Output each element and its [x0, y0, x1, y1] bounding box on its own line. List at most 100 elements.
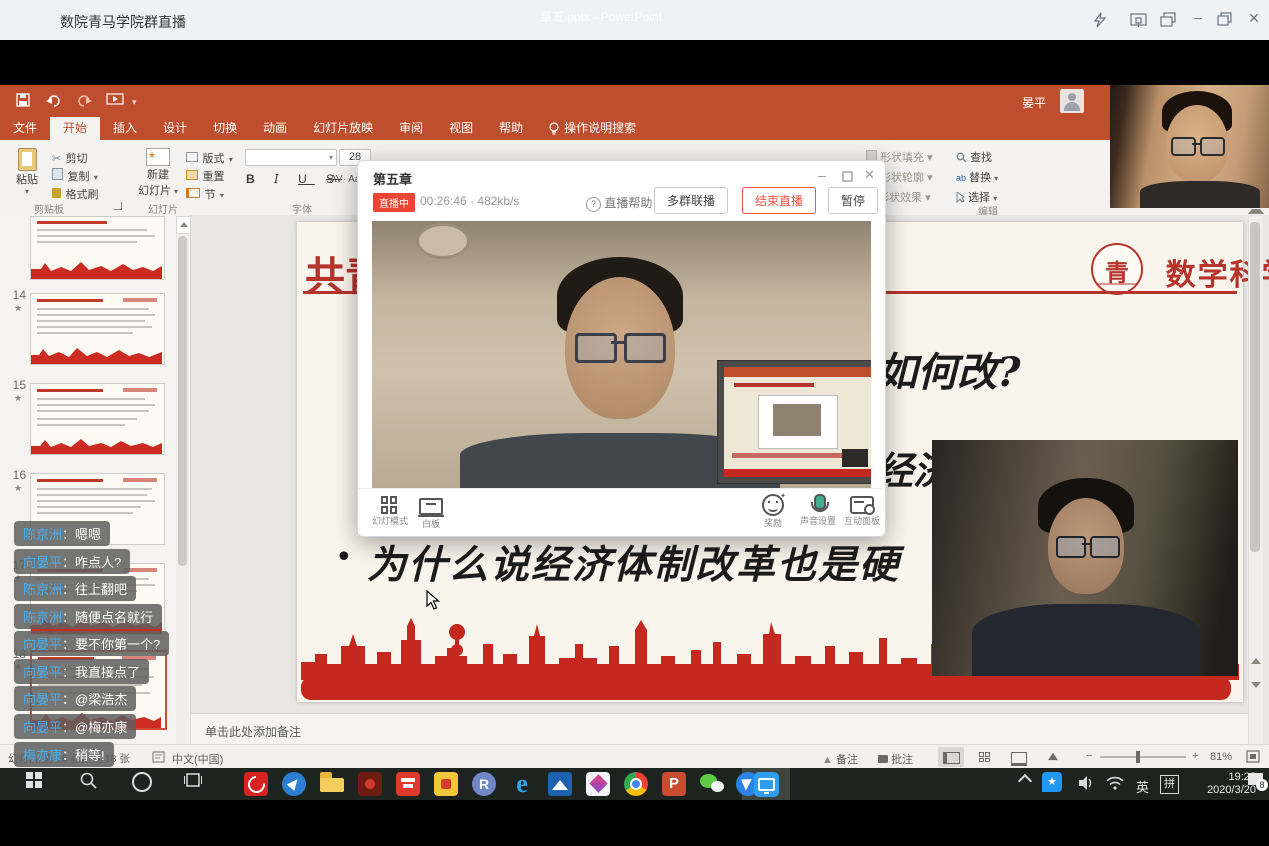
tab-tell-me[interactable]: 操作说明搜索 — [536, 117, 649, 140]
pin-window-icon[interactable] — [1130, 12, 1148, 28]
save-icon[interactable] — [16, 93, 30, 107]
chat-message: 向晏平：@梅亦康 — [14, 714, 136, 739]
notes-pane[interactable]: 单击此处添加备注 — [191, 713, 1248, 745]
task-view-icon[interactable] — [184, 772, 202, 788]
paste-button[interactable]: 粘贴 ▾ — [10, 148, 44, 196]
multi-group-broadcast-button[interactable]: 多群联播 — [654, 187, 728, 214]
powerpoint-icon[interactable]: P — [662, 772, 686, 796]
lightning-icon[interactable] — [1092, 12, 1108, 28]
zoom-out-button[interactable]: − — [1086, 750, 1092, 762]
ceiling-lamp — [416, 223, 470, 259]
previous-slide-button[interactable] — [1251, 658, 1261, 664]
sound-settings-button[interactable]: 声音设置 — [798, 494, 838, 527]
spellcheck-icon[interactable] — [152, 751, 165, 763]
yellow-app-icon[interactable] — [434, 772, 458, 796]
slide-sorter-view-button[interactable] — [972, 747, 998, 767]
tab-help[interactable]: 帮助 — [486, 117, 536, 140]
replace-button[interactable]: ab 替换 ▾ — [956, 169, 998, 185]
chrome-icon[interactable] — [624, 772, 648, 796]
maximize-icon[interactable] — [842, 171, 853, 182]
restore-icon[interactable] — [1217, 12, 1233, 27]
wifi-icon[interactable] — [1106, 776, 1124, 790]
tab-slideshow[interactable]: 幻灯片放映 — [300, 117, 386, 140]
netease-music-icon[interactable] — [244, 772, 268, 796]
reward-button[interactable]: ✦ 奖励 — [756, 494, 790, 529]
tab-file[interactable]: 文件 — [0, 117, 50, 140]
zoom-percentage[interactable]: 81% — [1210, 751, 1232, 763]
reset-button[interactable]: 重置 — [186, 167, 224, 185]
chat-colon: ： — [62, 555, 75, 570]
search-icon[interactable] — [80, 772, 98, 790]
zoom-slider-track[interactable] — [1100, 756, 1186, 758]
tab-home[interactable]: 开始 — [50, 117, 100, 140]
whiteboard-button[interactable]: 白板 — [416, 496, 446, 530]
tab-insert[interactable]: 插入 — [100, 117, 150, 140]
comments-toggle[interactable]: 批注 — [878, 751, 913, 767]
slideshow-view-button[interactable] — [1040, 747, 1066, 767]
notes-toggle[interactable]: ▲ 备注 — [822, 751, 858, 767]
section-button[interactable]: 节 ▾ — [186, 185, 224, 203]
gallery-app-icon[interactable] — [586, 772, 610, 796]
zoom-slider-thumb[interactable] — [1136, 751, 1140, 763]
cortana-icon[interactable] — [132, 772, 152, 792]
cut-button[interactable]: ✂ 剪切 — [52, 149, 88, 167]
clipboard-dialog-launcher[interactable] — [114, 202, 122, 210]
file-explorer-icon[interactable] — [320, 772, 344, 792]
minimize-icon[interactable]: – — [818, 167, 826, 183]
tab-review[interactable]: 审阅 — [386, 117, 436, 140]
volume-icon[interactable] — [1078, 774, 1096, 792]
language-status[interactable]: 中文(中国) — [172, 751, 223, 767]
live-class-app-icon[interactable] — [754, 772, 779, 797]
fit-to-window-icon[interactable] — [1246, 750, 1260, 763]
undo-icon[interactable] — [46, 93, 62, 107]
user-avatar[interactable] — [1060, 89, 1084, 113]
tab-animations[interactable]: 动画 — [250, 117, 300, 140]
tab-design[interactable]: 设计 — [150, 117, 200, 140]
zoom-in-button[interactable]: + — [1192, 750, 1198, 762]
interaction-panel-button[interactable]: 互动面板 — [844, 494, 880, 527]
red-app-icon[interactable] — [396, 772, 420, 796]
normal-view-button[interactable] — [938, 747, 964, 767]
action-center-icon[interactable]: 8 — [1248, 773, 1263, 785]
reading-view-button[interactable] — [1006, 747, 1032, 767]
live-stream-window[interactable]: 第五章 – ✕ 直播中 00:26:46 · 482kb/s ? 直播帮助 多群… — [357, 160, 886, 537]
screen-share-preview[interactable] — [717, 360, 871, 484]
tray-messenger-icon[interactable]: ★ — [1042, 772, 1062, 792]
next-slide-button[interactable] — [1251, 682, 1261, 688]
thumbnail-scroll-up-button[interactable] — [176, 216, 191, 234]
ime-mode-indicator[interactable]: 拼 — [1160, 775, 1179, 794]
find-button[interactable]: 查找 — [956, 149, 992, 165]
minimize-icon[interactable]: – — [1190, 10, 1206, 24]
clock[interactable]: 19:28 2020/3/20 — [1192, 771, 1256, 797]
live-help-link[interactable]: ? 直播帮助 — [586, 194, 652, 212]
start-button[interactable] — [26, 772, 42, 788]
close-icon[interactable]: ✕ — [864, 167, 875, 183]
copy-button[interactable]: 复制 ▾ — [52, 167, 98, 185]
new-slide-button[interactable]: ★ 新建 幻灯片 ▾ — [136, 148, 180, 198]
pause-button[interactable]: 暂停 — [828, 187, 878, 214]
tab-view[interactable]: 视图 — [436, 117, 486, 140]
windows-copy-icon[interactable] — [1160, 12, 1177, 28]
slide-thumbnail[interactable] — [30, 383, 165, 455]
edge-icon[interactable]: e — [510, 772, 534, 796]
slide-thumbnail[interactable] — [30, 293, 165, 365]
thumbnail-scroll-thumb[interactable] — [178, 236, 187, 566]
layout-button[interactable]: 版式 ▾ — [186, 149, 233, 167]
end-live-button[interactable]: 结束直播 — [742, 187, 816, 214]
redo-icon[interactable] — [76, 93, 92, 107]
qat-customize-icon[interactable]: ▾ — [132, 97, 137, 108]
font-name-combobox[interactable]: ▾ — [245, 149, 337, 166]
slide-scroll-thumb[interactable] — [1250, 222, 1260, 552]
start-slideshow-icon[interactable] — [106, 93, 124, 107]
font-style-buttons[interactable]: B I U S — [246, 172, 342, 186]
ime-language-indicator[interactable]: 英 — [1136, 777, 1149, 796]
photos-app-icon[interactable] — [548, 772, 572, 796]
compass-app-icon[interactable] — [282, 772, 306, 796]
tab-transitions[interactable]: 切换 — [200, 117, 250, 140]
dark-red-app-icon[interactable] — [358, 772, 382, 796]
slide-mode-button[interactable]: 幻灯模式 — [372, 496, 408, 527]
close-icon[interactable]: ✕ — [1246, 11, 1262, 25]
r-app-icon[interactable]: R — [472, 772, 496, 796]
slide-thumbnail[interactable] — [30, 216, 165, 280]
wechat-icon[interactable] — [700, 772, 724, 796]
